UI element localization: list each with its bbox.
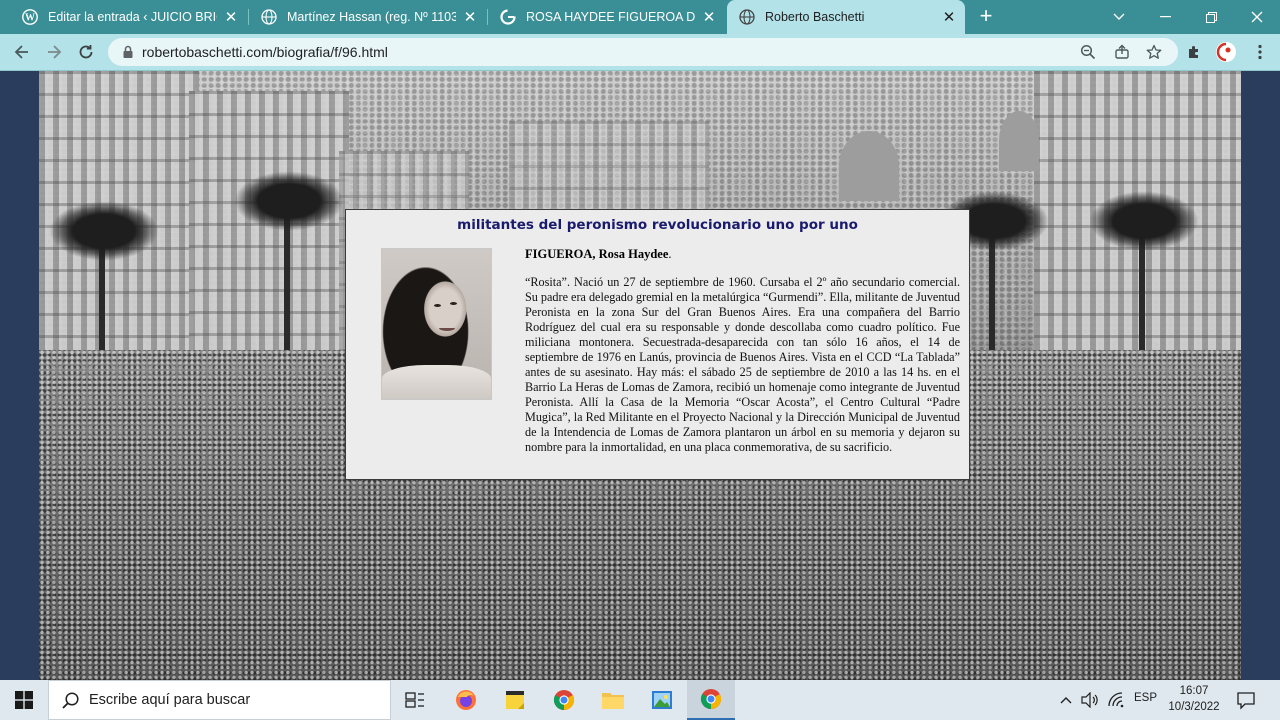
portrait-smile [439,325,455,331]
firefox-taskbar-button[interactable] [442,680,490,720]
close-icon[interactable]: ✕ [223,9,239,25]
new-tab-button[interactable]: + [974,5,998,29]
tab-title: Martínez Hassan (reg. Nº 1103 y [287,10,456,24]
minimize-icon [1159,16,1171,18]
chrome-icon [700,689,722,710]
portrait-shirt [382,365,491,399]
chrome-taskbar-button-active[interactable] [687,680,735,720]
more-vert-icon [1258,44,1262,60]
tab-title: Roberto Baschetti [765,10,865,24]
task-view-icon [405,692,424,708]
forward-button[interactable] [40,38,68,66]
chevron-up-icon[interactable] [1056,690,1076,710]
url-text: robertobaschetti.com/biografia/f/96.html [142,44,388,60]
close-icon[interactable]: ✕ [701,9,717,25]
reload-button[interactable] [72,38,100,66]
bio-name: FIGUEROA, Rosa Haydee. [525,247,672,262]
extensions-puzzle-icon[interactable] [1183,41,1205,63]
bio-name-bold: FIGUEROA, Rosa Haydee [525,247,669,261]
minimize-button[interactable] [1142,0,1188,34]
portrait-eye [434,304,441,307]
close-icon[interactable]: ✕ [941,9,957,25]
portrait-photo [381,248,492,400]
reload-icon [79,45,93,59]
bio-name-suffix: . [668,247,672,261]
biography-card: militantes del peronismo revolucionario … [345,209,970,480]
back-button[interactable] [8,38,36,66]
clock[interactable]: 16:07 10/3/2022 [1166,683,1222,715]
profile-avatar[interactable] [1215,41,1237,63]
dome [839,131,899,201]
close-icon[interactable]: ✕ [462,9,478,25]
search-placeholder: Escribe aquí para buscar [89,692,251,708]
restore-button[interactable] [1188,0,1234,34]
chrome-taskbar-button[interactable] [540,680,588,720]
palm-crown [49,201,159,261]
browser-toolbar: robertobaschetti.com/biografia/f/96.html [0,34,1280,71]
file-explorer-icon [602,693,624,709]
windows-logo-icon [15,691,33,709]
firefox-icon [456,690,476,710]
clock-date: 10/3/2022 [1168,701,1220,713]
palm-crown [1089,191,1199,251]
speaker-icon[interactable] [1080,690,1100,710]
arrow-right-icon [48,45,62,59]
clock-time: 16:07 [1179,685,1209,697]
file-explorer-taskbar-button[interactable] [589,680,637,720]
bookmark-star-icon[interactable] [1144,42,1164,62]
chrome-icon [553,690,575,711]
zoom-icon[interactable] [1078,42,1098,62]
share-icon[interactable] [1112,42,1132,62]
windows-taskbar: Escribe aquí para buscar ESP 16:07 10/3/… [0,680,1280,720]
page-viewport: militantes del peronismo revolucionario … [0,71,1280,680]
tab-google-search[interactable]: ROSA HAYDEE FIGUEROA DESAPARECIDA ✕ [488,0,725,34]
taskbar-search-box[interactable]: Escribe aquí para buscar [48,680,391,720]
globe-icon [261,9,277,25]
palm-crown [234,171,344,231]
tab-roberto-baschetti[interactable]: Roberto Baschetti ✕ [727,0,965,34]
arrow-left-icon [14,45,28,59]
chevron-down-icon [1113,13,1125,20]
globe-icon [739,9,755,25]
tab-title: ROSA HAYDEE FIGUEROA DESAPARECIDA [526,10,695,24]
wordpress-icon: W [22,9,38,25]
task-view-button[interactable] [391,680,439,720]
tab-strip: W Editar la entrada ‹ JUICIO BRIGADA ✕ M… [0,0,1280,34]
google-icon [500,9,516,25]
tab-search-button[interactable] [1096,0,1142,34]
tab-wordpress[interactable]: W Editar la entrada ‹ JUICIO BRIGADA ✕ [10,0,247,34]
svg-text:W: W [25,13,35,24]
page-heading: militantes del peronismo revolucionario … [457,217,858,233]
input-language[interactable]: ESP [1134,692,1157,704]
start-button[interactable] [0,680,48,720]
sticky-notes-taskbar-button[interactable] [491,680,539,720]
tab-title: Editar la entrada ‹ JUICIO BRIGADA [48,10,217,24]
tab-martinez-hassan[interactable]: Martínez Hassan (reg. Nº 1103 y ✕ [249,0,486,34]
bio-text: “Rosita”. Nació un 27 de septiembre de 1… [525,275,960,454]
close-icon [1251,11,1263,23]
close-window-button[interactable] [1234,0,1280,34]
notification-icon[interactable] [1236,690,1256,710]
photos-icon [652,691,672,709]
wifi-icon[interactable] [1106,690,1126,710]
lock-icon[interactable] [120,44,136,60]
dome [999,111,1039,171]
portrait-eye [450,302,457,305]
chrome-menu-button[interactable] [1249,41,1271,63]
sticky-notes-icon [506,691,524,709]
address-bar[interactable]: robertobaschetti.com/biografia/f/96.html [108,38,1178,66]
search-icon [61,691,81,711]
photos-taskbar-button[interactable] [638,680,686,720]
restore-icon [1205,11,1217,23]
